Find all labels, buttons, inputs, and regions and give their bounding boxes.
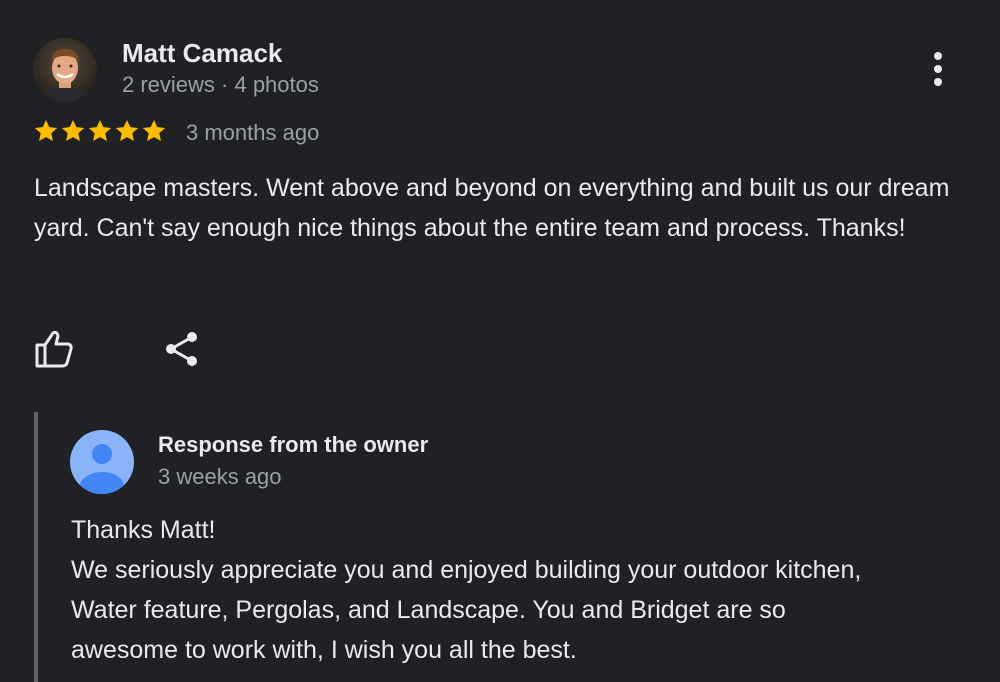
thumbs-up-icon xyxy=(35,330,73,368)
owner-avatar xyxy=(70,430,134,494)
reply-divider xyxy=(34,412,38,682)
owner-response-text: Thanks Matt! We seriously appreciate you… xyxy=(71,510,981,670)
star-icon xyxy=(88,119,112,141)
like-button[interactable] xyxy=(34,328,74,370)
response-line: Water feature, Pergolas, and Landscape. … xyxy=(71,596,786,624)
star-rating xyxy=(33,118,167,146)
reviewer-avatar[interactable] xyxy=(33,38,97,102)
more-vert-icon xyxy=(934,52,942,86)
star-icon xyxy=(34,119,58,141)
more-options-button[interactable] xyxy=(920,50,956,90)
reviewer-name[interactable]: Matt Camack xyxy=(122,38,282,69)
star-icon xyxy=(115,119,139,141)
person-icon xyxy=(70,430,134,494)
reviewer-meta: 2 reviews · 4 photos xyxy=(122,72,319,97)
star-icon xyxy=(61,119,85,141)
owner-response-time: 3 weeks ago xyxy=(158,464,282,489)
share-icon xyxy=(166,332,197,366)
response-line: Thanks Matt! xyxy=(71,516,216,544)
response-line: awesome to work with, I wish you all the… xyxy=(71,636,577,664)
review-text: Landscape masters. Went above and beyond… xyxy=(34,174,950,242)
star-icon xyxy=(142,119,166,141)
review-time: 3 months ago xyxy=(186,120,320,145)
share-button[interactable] xyxy=(162,328,202,370)
owner-response-title: Response from the owner xyxy=(158,432,429,457)
response-line: We seriously appreciate you and enjoyed … xyxy=(71,556,862,584)
